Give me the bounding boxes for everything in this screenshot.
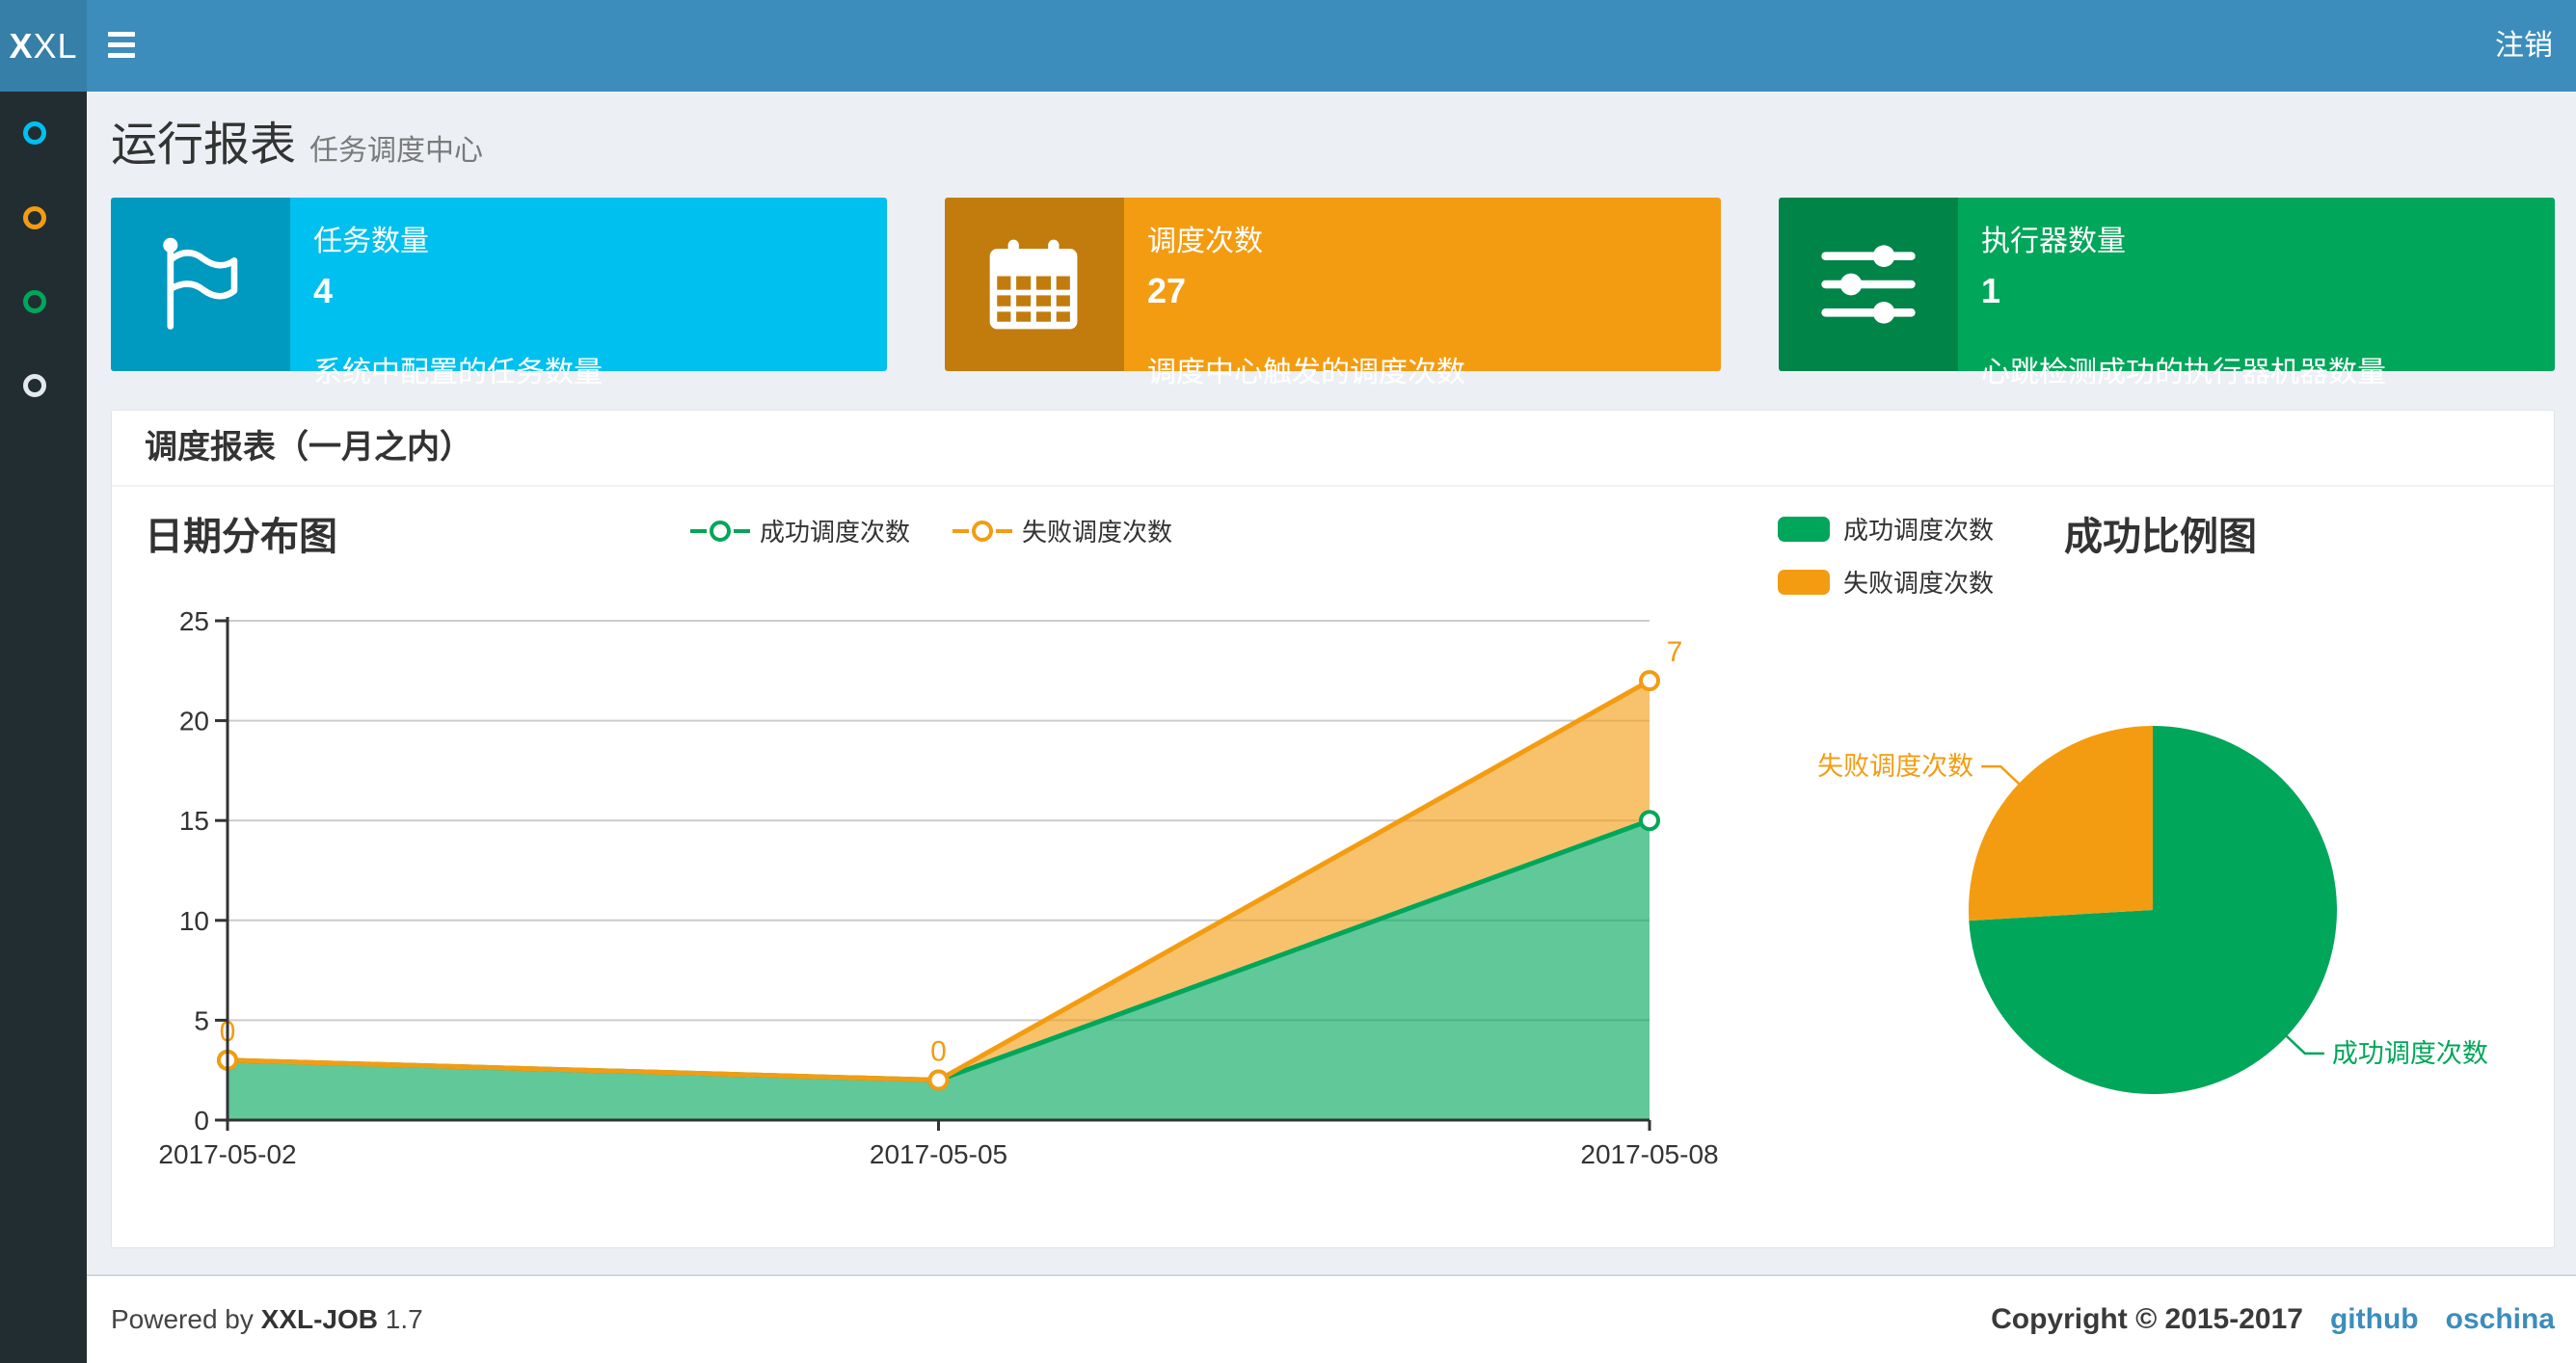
svg-text:成功调度次数: 成功调度次数 [2332,1039,2488,1068]
svg-text:0: 0 [194,1106,209,1136]
github-link[interactable]: github [2330,1276,2419,1363]
top-navbar: X XL 注销 [0,0,2576,92]
legend-item-fail[interactable]: 失败调度次数 [953,513,1172,548]
svg-text:2017-05-02: 2017-05-02 [158,1139,296,1169]
sidebar-item-2[interactable] [23,206,46,229]
line-marker-icon [690,520,750,542]
trigger-count-box: 调度次数 27 调度中心触发的调度次数 [945,198,1721,388]
sidebar-item-3[interactable] [23,290,46,313]
powered-prefix: Powered by [111,1304,254,1334]
circle-outline-icon [23,374,46,397]
svg-text:0: 0 [930,1036,947,1068]
success-ratio-pie-chart: 成功调度次数 失败调度次数 [1736,599,2565,1187]
logout-button[interactable]: 注销 [2495,0,2553,92]
sidebar [0,92,87,1363]
stat-label: 调度次数 [1147,226,1263,257]
svg-text:10: 10 [179,906,209,936]
line-marker-icon [953,520,1013,542]
pie-chart-title: 成功比例图 [2064,516,2257,558]
svg-text:失败调度次数: 失败调度次数 [1817,752,1973,781]
sidebar-item-1[interactable] [23,121,46,145]
job-count-content: 任务数量 4 系统中配置的任务数量 [290,198,887,388]
circle-outline-icon [23,121,46,145]
legend-item-success[interactable]: 成功调度次数 [690,513,910,548]
main-footer: Powered by XXL-JOB 1.7 Copyright © 2015-… [87,1274,2576,1363]
calendar-icon [945,198,1124,371]
legend-item-success[interactable]: 成功调度次数 [1778,511,1994,547]
svg-text:5: 5 [194,1005,209,1035]
app-logo[interactable]: X XL [0,0,87,92]
stat-value: 27 [1147,271,1187,310]
executor-count-box: 执行器数量 1 心跳检测成功的执行器机器数量 [1779,198,2555,388]
stat-value: 4 [313,271,334,310]
line-chart-legend: 成功调度次数 失败调度次数 [690,513,1172,548]
legend-swatch [1778,516,1830,542]
page-title: 运行报表 [111,120,297,171]
app-window: X XL 注销 运行报表 任务调度中心 任务数量 4 系统中配置的任务数量 调度… [0,0,2576,1363]
page-subtitle: 任务调度中心 [309,135,484,167]
product-name: XXL-JOB [260,1304,379,1334]
svg-text:7: 7 [1667,636,1683,668]
logo-bold-part: X [9,25,34,66]
oschina-link[interactable]: oschina [2446,1276,2555,1363]
copyright-text: Copyright © 2015-2017 [1991,1303,2303,1335]
svg-text:2017-05-05: 2017-05-05 [870,1139,1007,1169]
page-header: 运行报表 任务调度中心 [111,106,483,174]
stat-label: 执行器数量 [1981,226,2126,257]
product-version: 1.7 [385,1304,423,1334]
panel-title: 调度报表（一月之内） [112,411,2554,487]
legend-label: 成功调度次数 [760,518,911,547]
stat-description: 系统中配置的任务数量 [313,357,603,388]
svg-text:15: 15 [179,806,209,836]
flag-icon [111,198,290,371]
logo-rest-part: XL [33,25,78,66]
circle-outline-icon [23,290,46,313]
sidebar-item-4[interactable] [23,374,46,397]
executor-count-content: 执行器数量 1 心跳检测成功的执行器机器数量 [1958,198,2555,388]
powered-by-text: Powered by XXL-JOB 1.7 [111,1276,423,1363]
stat-label: 任务数量 [313,226,429,257]
svg-text:20: 20 [179,707,209,736]
pie-chart-legend: 成功调度次数 失败调度次数 [1778,511,1994,600]
svg-text:25: 25 [179,606,209,636]
stat-description: 调度中心触发的调度次数 [1147,357,1465,388]
svg-text:2017-05-08: 2017-05-08 [1580,1139,1718,1169]
legend-item-fail[interactable]: 失败调度次数 [1778,564,1994,600]
stat-description: 心跳检测成功的执行器机器数量 [1981,357,2386,388]
date-distribution-line-chart: 00705101520252017-05-022017-05-052017-05… [126,599,1736,1187]
sidebar-toggle-hamburger-icon[interactable] [108,32,137,59]
trigger-count-content: 调度次数 27 调度中心触发的调度次数 [1124,198,1721,388]
stat-value: 1 [1981,271,2001,310]
report-panel: 调度报表（一月之内） 日期分布图 成功调度次数 失败调度次数 成功调度次数 失败… [111,410,2555,1248]
legend-label: 失败调度次数 [1022,518,1173,547]
circle-outline-icon [23,206,46,229]
sliders-icon [1779,198,1958,371]
legend-swatch [1778,569,1830,595]
job-count-box: 任务数量 4 系统中配置的任务数量 [111,198,887,388]
legend-label: 失败调度次数 [1843,569,1995,598]
line-chart-title: 日期分布图 [145,516,337,558]
